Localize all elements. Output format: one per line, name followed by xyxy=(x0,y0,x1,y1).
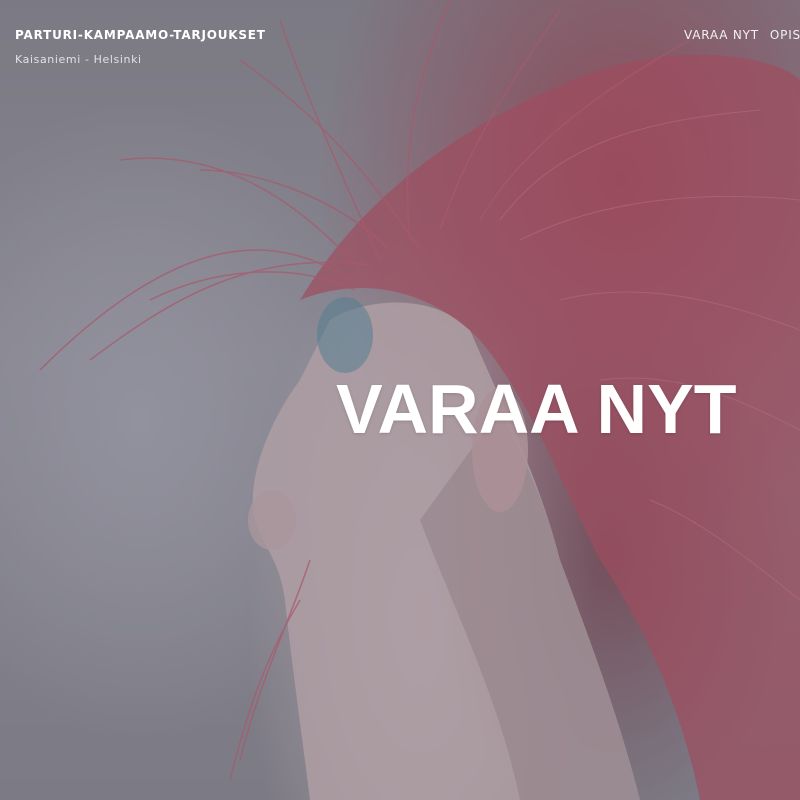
brand-title[interactable]: PARTURI-KAMPAAMO-TARJOUKSET xyxy=(15,28,266,42)
brand-subtitle: Kaisaniemi - Helsinki xyxy=(15,53,142,66)
top-navigation: VARAA NYT OPISK xyxy=(684,28,800,42)
nav-item-varaa-nyt[interactable]: VARAA NYT xyxy=(684,28,759,42)
nav-item-opiskelijat[interactable]: OPISK xyxy=(770,28,800,42)
hero-booking-cta[interactable]: VARAA NYT xyxy=(336,364,737,454)
